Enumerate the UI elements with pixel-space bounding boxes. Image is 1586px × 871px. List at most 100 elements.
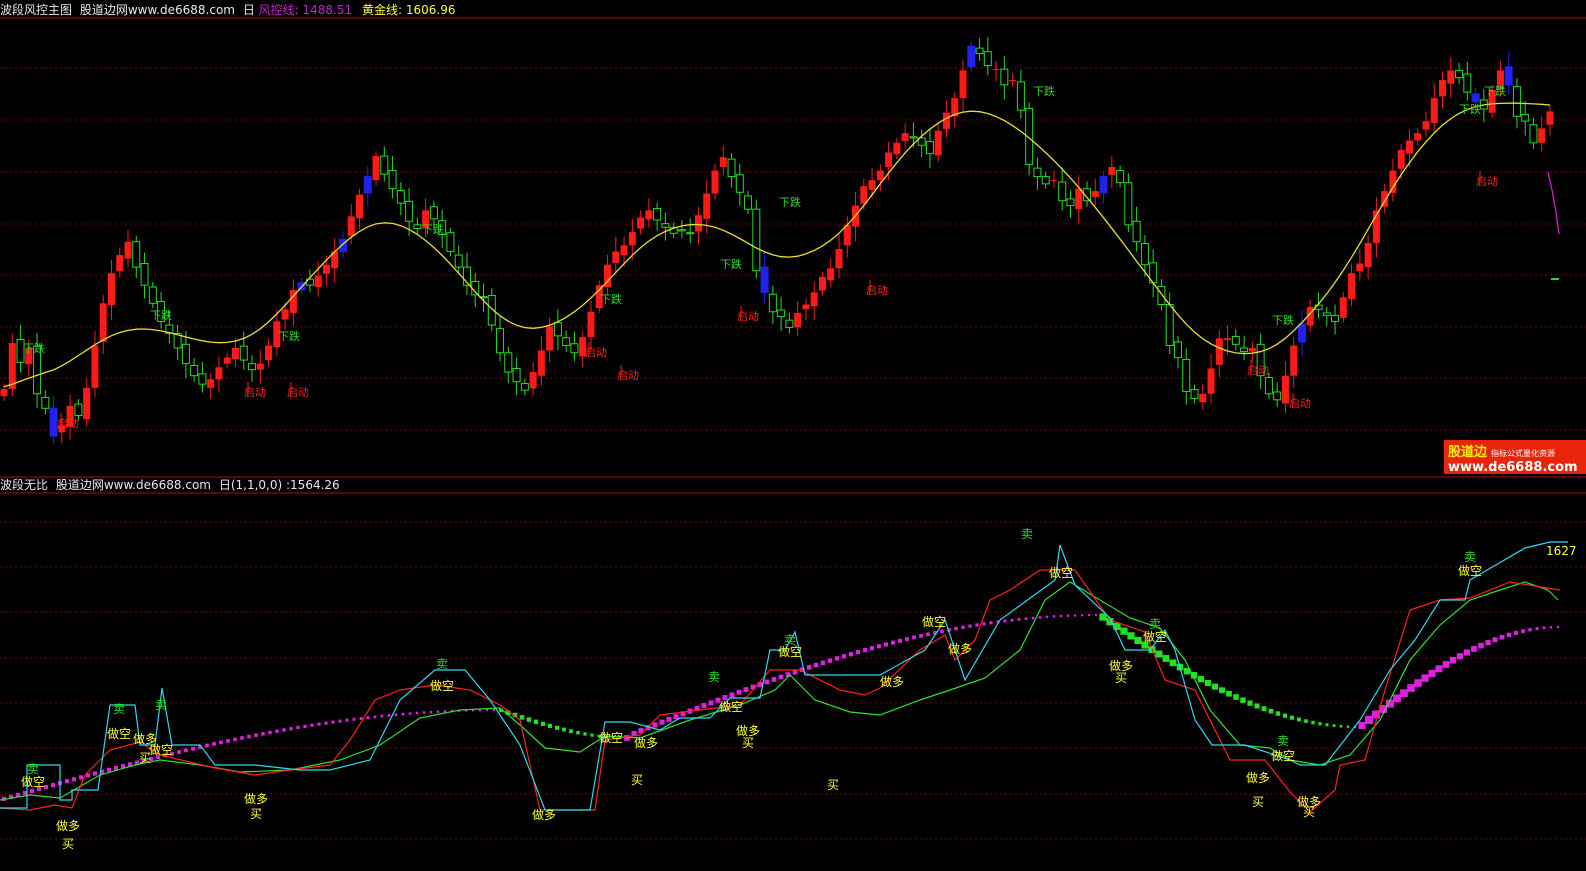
trend-dot: [1204, 679, 1212, 687]
candle[interactable]: [372, 151, 380, 186]
buy-label: 买: [62, 837, 74, 851]
long-label: 做多: [244, 791, 268, 806]
trend-dot: [1261, 706, 1267, 712]
candle-body: [711, 170, 719, 194]
candle-body: [372, 156, 380, 181]
candle-body: [429, 206, 438, 220]
candle-body: [1009, 80, 1017, 82]
trend-dot: [71, 777, 77, 782]
candle-body: [546, 326, 554, 351]
signal-start-label: 启动: [1289, 397, 1311, 410]
trend-dot: [366, 716, 370, 720]
candle-body: [223, 357, 231, 364]
trend-dot: [1492, 637, 1498, 643]
trend-dot: [883, 642, 889, 647]
trend-dot: [834, 656, 840, 661]
trend-dot: [576, 730, 580, 735]
long-label: 做多: [880, 674, 904, 689]
sell-label: 卖: [436, 657, 448, 671]
candle-body: [1240, 347, 1249, 353]
trend-dot: [1052, 615, 1056, 618]
trend-dot: [519, 715, 525, 720]
trend-dot: [1031, 616, 1035, 620]
candle-body: [338, 238, 347, 252]
candle-body: [794, 312, 802, 328]
candle-body: [1050, 180, 1058, 182]
trend-dot: [876, 644, 882, 649]
trend-dot: [92, 771, 98, 776]
trend-dot: [583, 732, 587, 736]
trend-dot: [408, 712, 412, 715]
candle-body: [181, 343, 190, 365]
candle-body: [413, 224, 422, 229]
candle-body: [281, 309, 289, 320]
trend-dot: [1003, 619, 1007, 623]
candle-body: [1290, 345, 1298, 376]
trend-dot: [1542, 626, 1546, 630]
brand-badge[interactable]: 股道边 指标公式量化资源 www.de6688.com: [1444, 440, 1586, 475]
trend-dot: [1087, 614, 1091, 617]
candle-body: [8, 343, 16, 389]
signal-start-label: 启动: [244, 386, 266, 399]
trend-dot: [736, 689, 742, 695]
signal-start-label: 启动: [585, 346, 607, 359]
trend-dot: [652, 722, 658, 728]
candle-body: [992, 69, 1000, 71]
candle-body: [454, 254, 463, 268]
candle-body: [835, 249, 843, 269]
candle-body: [1016, 81, 1025, 111]
candle-body: [74, 403, 83, 417]
trend-dot: [1233, 694, 1239, 700]
trend-dot: [1421, 674, 1429, 682]
trend-dot: [261, 732, 265, 736]
candle-body: [785, 319, 794, 328]
trend-dot: [1162, 655, 1170, 662]
trend-dot: [848, 652, 854, 657]
long-label: 做多: [532, 807, 556, 822]
trend-dot: [1506, 632, 1512, 638]
candle-body: [925, 141, 934, 155]
trend-dot: [64, 779, 70, 784]
candle[interactable]: [967, 41, 976, 72]
candle[interactable]: [752, 199, 761, 278]
trend-dot: [485, 709, 489, 712]
candle-body: [388, 170, 397, 190]
trend-dot: [240, 736, 244, 740]
candle-body: [860, 186, 868, 204]
trend-dot: [1127, 632, 1135, 640]
candle[interactable]: [1025, 102, 1034, 176]
trend-dot: [1358, 721, 1366, 729]
short-label: 做空: [21, 774, 45, 789]
trend-dot: [1059, 614, 1063, 618]
candle-body: [446, 232, 455, 252]
short-label: 做空: [719, 699, 743, 714]
signal-start-label: 启动: [1476, 175, 1498, 188]
candle-body: [512, 367, 521, 383]
trend-dot: [1365, 715, 1373, 724]
trend-dot: [533, 719, 539, 724]
candle-body: [1173, 341, 1182, 359]
candle-body: [1521, 113, 1530, 122]
trend-dot: [862, 648, 868, 653]
candle-body: [1140, 243, 1149, 266]
candle-body: [1322, 312, 1331, 316]
candle-body: [1075, 188, 1083, 210]
trend-dot: [1325, 723, 1329, 727]
trend-dot: [1449, 657, 1457, 664]
trend-dot: [1247, 700, 1253, 706]
trend-dot: [1275, 711, 1281, 716]
candle-body: [885, 152, 893, 167]
top-panel-header: 波段风控主图 股道边网www.de6688.com 日 风控线: 1488.51…: [0, 2, 455, 17]
candle-body: [810, 292, 818, 307]
brand-name: 股道边: [1448, 445, 1488, 460]
chart-canvas[interactable]: 下跌启动下跌启动下跌启动下跌启动下跌启动下跌启动下跌启动下跌启动下跌启动下跌下跌…: [0, 0, 1586, 871]
candle-body: [1331, 314, 1340, 322]
trend-dot: [401, 712, 405, 716]
candle-body: [91, 345, 99, 388]
candle-body: [661, 223, 670, 228]
trend-dot: [905, 637, 909, 642]
trend-dot: [1240, 697, 1246, 703]
trend-dot: [806, 665, 812, 670]
trend-dot: [394, 713, 398, 717]
signal-fall-label: 下跌: [422, 222, 444, 236]
